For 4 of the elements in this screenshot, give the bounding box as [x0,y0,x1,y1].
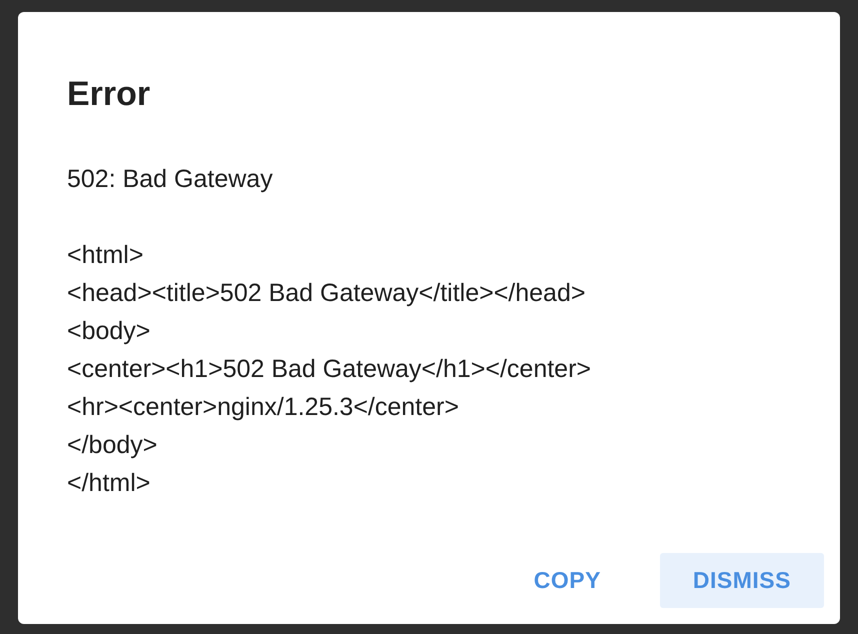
copy-button[interactable]: COPY [500,553,634,608]
error-message: 502: Bad Gateway <html> <head><title>502 Bad Gateway</title></head> <body> <center><h1>502 Bad Gateway</h1></center> <hr><center>nginx/1.25.3</center> </body> </html> [67,164,592,499]
dialog-title: Error [67,74,152,114]
dismiss-button[interactable]: DISMISS [660,553,824,608]
